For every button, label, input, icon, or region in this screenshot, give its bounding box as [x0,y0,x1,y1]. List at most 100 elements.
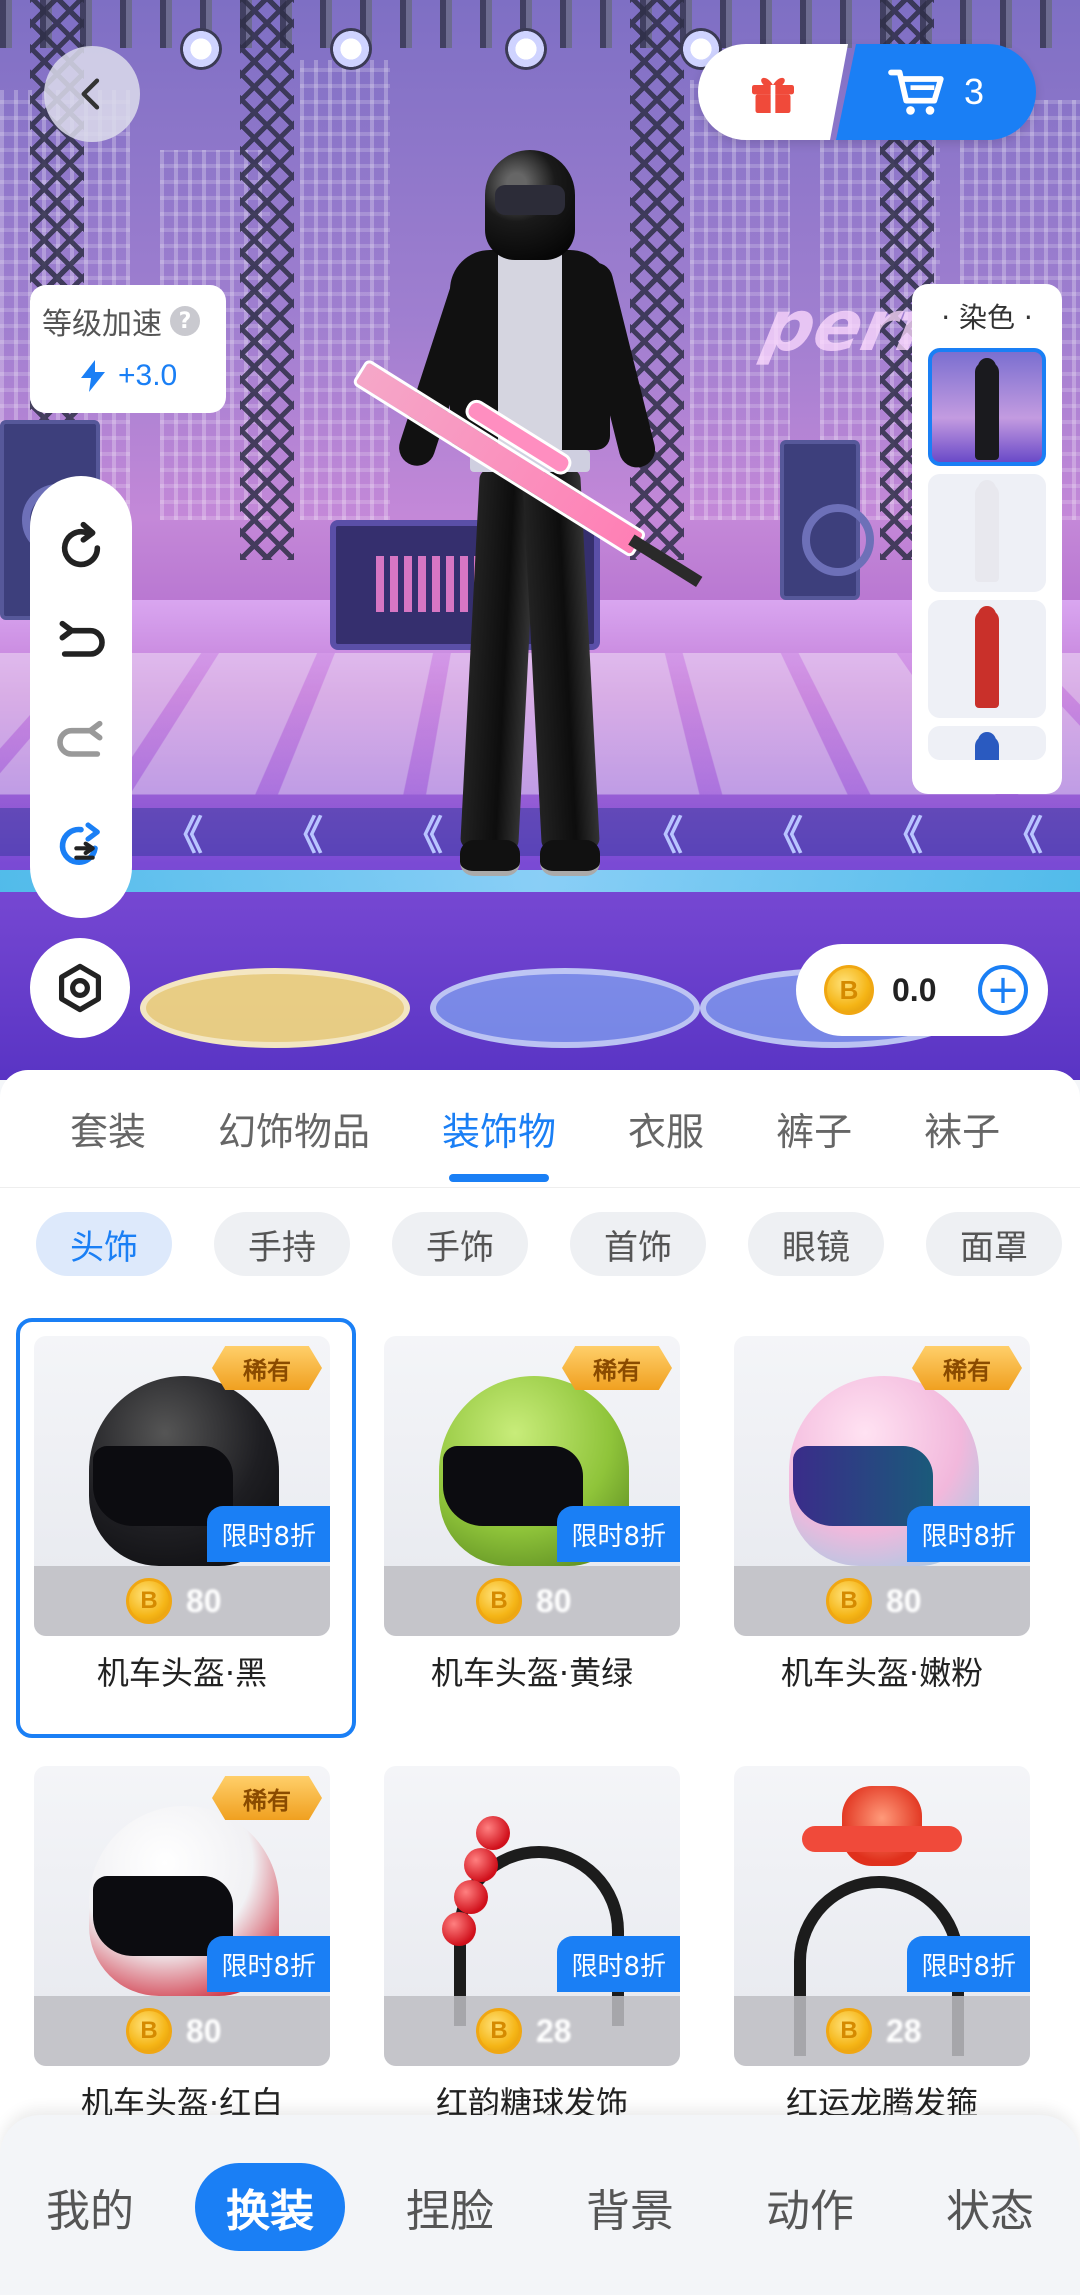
speaker [780,440,874,600]
dye-preview-figure [975,358,999,460]
cart-count: 3 [963,71,985,112]
item-thumbnail: 限时8折 B 28 [734,1766,1030,2066]
neon-sign: perf [756,285,937,367]
cart-icon [888,69,944,115]
item-card[interactable]: 稀有 限时8折 B 80 机车头盔·黑 [16,1318,356,1738]
gift-button[interactable] [698,44,848,140]
question-icon[interactable]: ? [170,306,200,336]
spotlight [180,28,222,70]
subcategory-tabs: 头饰 手持 手饰 首饰 眼镜 面罩 [36,1212,1080,1278]
nav-background[interactable]: 背景 [555,2163,705,2251]
tab-category[interactable]: 幻饰物品 [218,1101,370,1156]
back-button[interactable] [44,46,140,142]
undo-button[interactable] [46,612,116,682]
item-name: 机车头盔·黑 [96,1654,268,1692]
nav-mine[interactable]: 我的 [15,2163,165,2251]
price-bar: B 28 [384,1996,680,2066]
item-thumbnail: 限时8折 B 28 [384,1766,680,2066]
dye-preview-figure [975,606,999,708]
floor-disc [140,968,410,1048]
subtab[interactable]: 首饰 [570,1212,706,1276]
item-thumbnail: 稀有 限时8折 B 80 [34,1336,330,1636]
item-thumbnail: 稀有 限时8折 B 80 [384,1336,680,1636]
subtab[interactable]: 手持 [214,1212,350,1276]
item-card[interactable]: 限时8折 B 28 红运龙腾发箍 [724,1756,1040,2156]
redo-button[interactable] [46,712,116,782]
tab-category[interactable]: 袜子 [924,1101,1000,1156]
dye-preview-figure [975,480,999,582]
dye-option[interactable] [928,348,1046,466]
candy-ball [442,1912,476,1946]
scene-building [300,60,390,520]
coin-icon: B [824,965,874,1015]
redo-icon [57,720,103,757]
price-bar: B 28 [734,1996,1030,2066]
candy-ball [464,1848,498,1882]
coin-icon: B [476,2008,522,2054]
candy-ball [476,1816,510,1850]
level-speed-value-row: +3.0 [42,359,226,393]
coin-icon: B [826,1578,872,1624]
gift-icon [752,77,794,113]
tab-category[interactable]: 衣服 [628,1101,704,1156]
dye-option[interactable] [928,474,1046,592]
subtab[interactable]: 面罩 [926,1212,1062,1276]
dye-panel: · 染色 · [912,284,1062,794]
share-button[interactable] [46,811,116,881]
cart-button[interactable]: 3 [836,44,1036,140]
settings-button[interactable] [30,938,130,1038]
spotlight [505,28,547,70]
price-bar: B 80 [384,1566,680,1636]
coin-icon: B [826,2008,872,2054]
level-speed-value: +3.0 [118,359,178,392]
item-price: 28 [886,2012,922,2049]
sale-badge: 限时8折 [207,1936,330,1992]
rare-badge: 稀有 [562,1346,672,1390]
tab-category[interactable]: 裤子 [776,1101,852,1156]
avatar-shoe [460,840,520,876]
item-price: 80 [186,1582,222,1619]
rare-badge: 稀有 [212,1776,322,1820]
dye-preview-figure [975,732,999,760]
item-card[interactable]: 限时8折 B 28 红韵糖球发饰 [374,1756,690,2156]
item-card[interactable]: 稀有 限时8折 B 80 机车头盔·红白 [24,1756,340,2156]
sale-badge: 限时8折 [907,1936,1030,1992]
coin-icon: B [126,2008,172,2054]
rare-badge: 稀有 [212,1346,322,1390]
sale-badge: 限时8折 [557,1506,680,1562]
nav-face[interactable]: 捏脸 [375,2163,525,2251]
share-icon [59,822,100,866]
undo-icon [59,621,105,658]
level-speed-card[interactable]: 等级加速 ? +3.0 [30,285,226,413]
item-thumbnail: 稀有 限时8折 B 80 [34,1766,330,2066]
subtab[interactable]: 手饰 [392,1212,528,1276]
item-name: 机车头盔·黄绿 [430,1654,634,1692]
item-card[interactable]: 稀有 限时8折 B 80 机车头盔·黄绿 [374,1326,690,1726]
category-tabs: 套装 幻饰物品 装饰物 衣服 裤子 袜子 [0,1070,1080,1188]
item-price: 80 [186,2012,222,2049]
item-price: 80 [886,1582,922,1619]
gift-cart-pill: 3 [698,44,1036,140]
camera-tool-column [30,476,132,918]
nav-actions[interactable]: 动作 [735,2163,885,2251]
wardrobe-sheet: 套装 幻饰物品 装饰物 衣服 裤子 袜子 头饰 手持 手饰 首饰 眼镜 面罩 稀… [0,1070,1080,2295]
avatar-character[interactable] [351,150,703,1030]
dye-option[interactable] [928,726,1046,760]
nav-status[interactable]: 状态 [915,2163,1065,2251]
tab-category-active[interactable]: 装饰物 [442,1101,556,1156]
chevron-left-icon [81,78,100,110]
item-price: 80 [536,1582,572,1619]
lightning-icon [81,360,105,392]
subtab-active[interactable]: 头饰 [36,1212,172,1276]
tab-category[interactable]: 套装 [70,1101,146,1156]
nav-dressup[interactable]: 换装 [195,2163,345,2251]
rotate-button[interactable] [46,513,116,583]
item-price: 28 [536,2012,572,2049]
hexagon-settings-icon [58,963,102,1013]
item-card[interactable]: 稀有 限时8折 B 80 机车头盔·嫩粉 [724,1326,1040,1726]
add-coins-button[interactable]: + [978,965,1028,1015]
avatar-helmet [485,150,575,260]
subtab[interactable]: 眼镜 [748,1212,884,1276]
dye-option[interactable] [928,600,1046,718]
coin-icon: B [126,1578,172,1624]
